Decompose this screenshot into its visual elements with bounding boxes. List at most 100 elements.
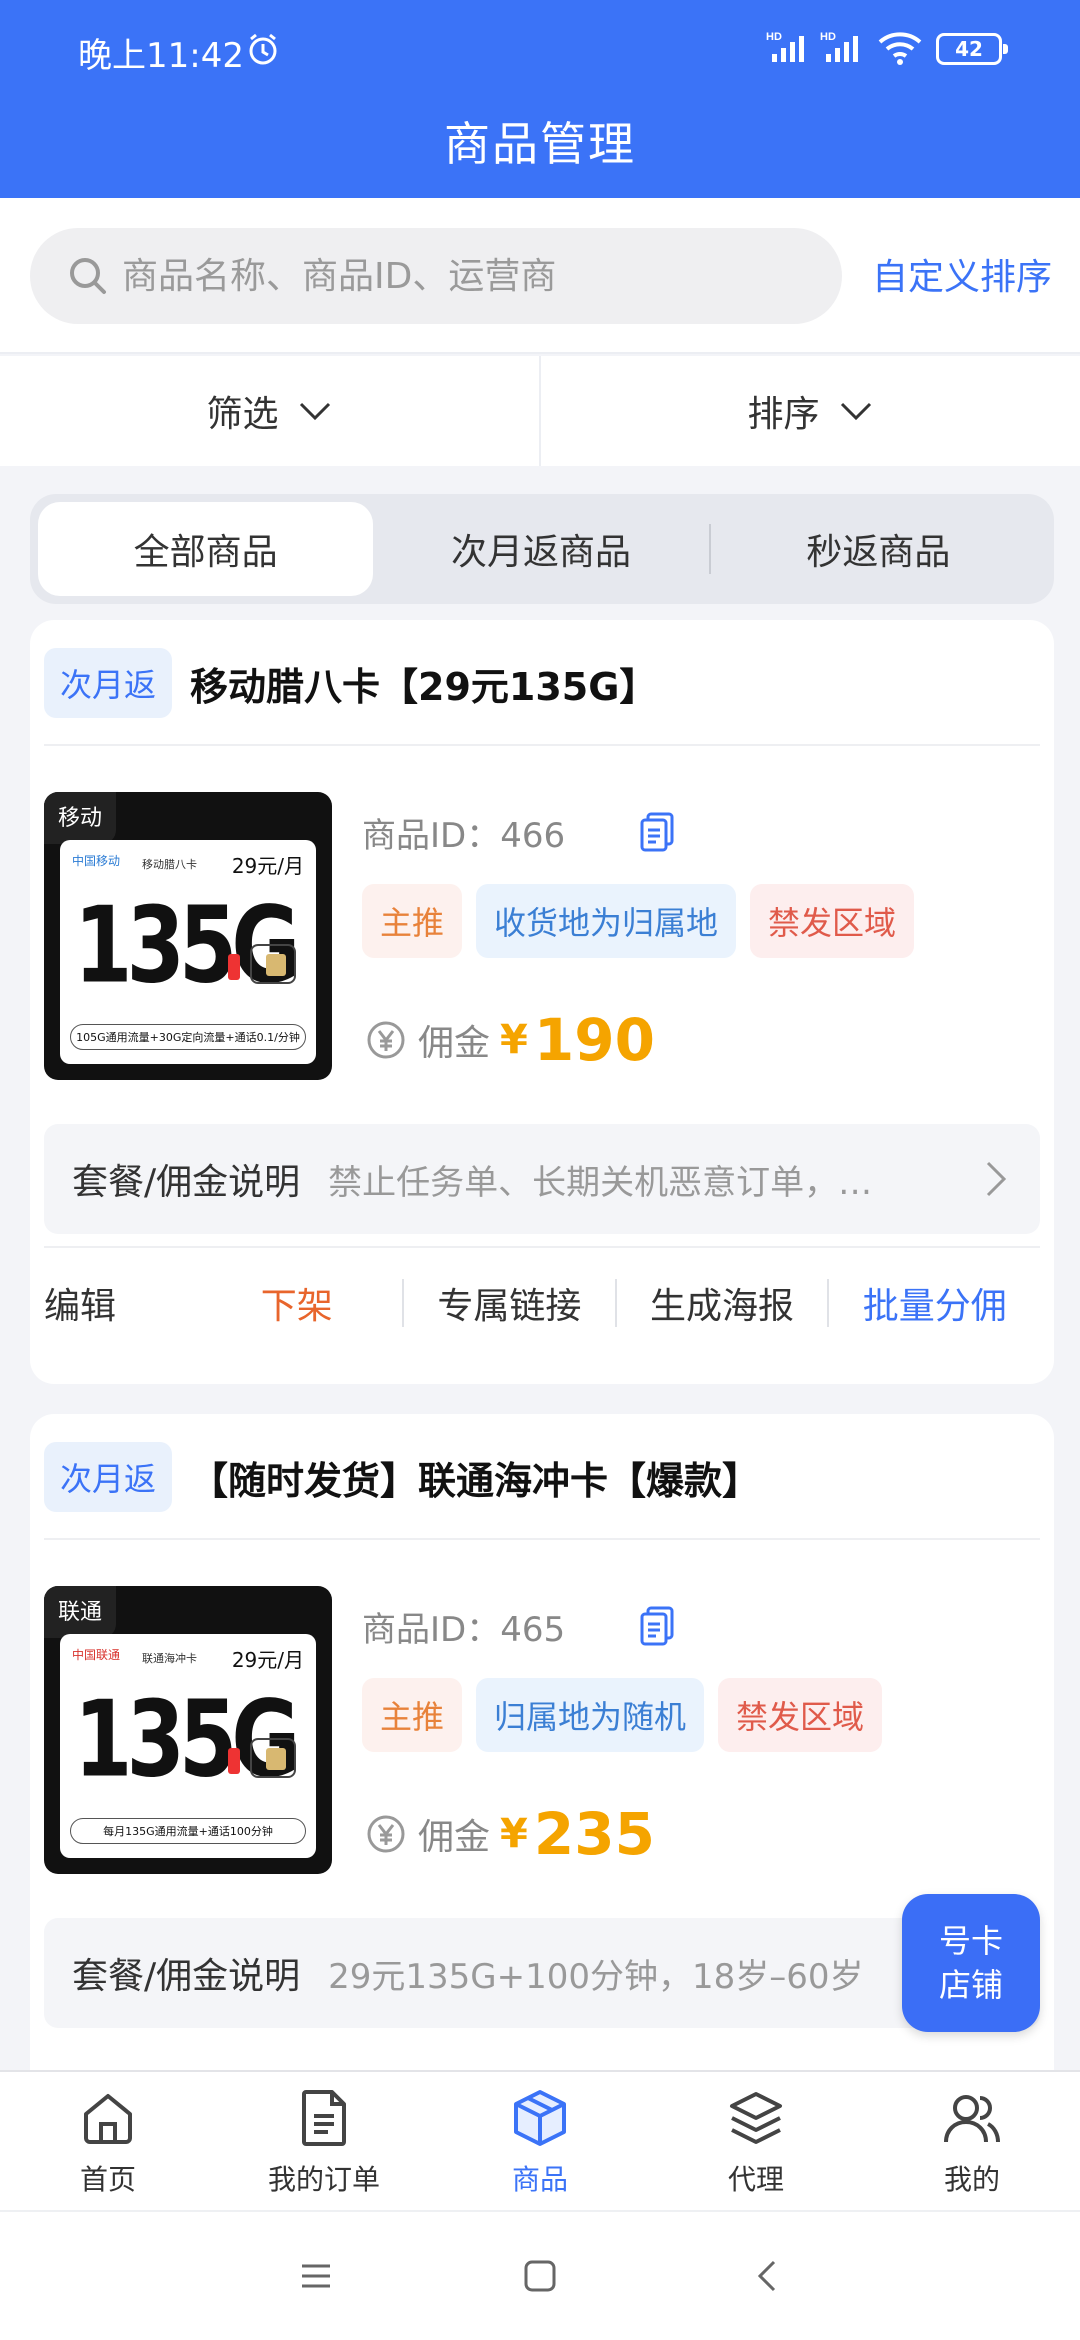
product-card: 次月返 【随时发货】联通海冲卡【爆款】 联通 中国联通 联通海冲卡 29元/月 …	[30, 1414, 1054, 2070]
edit-button[interactable]: 编辑	[44, 1277, 191, 1329]
filter-dropdown[interactable]: 筛选	[0, 356, 539, 466]
sim-chip-icon	[250, 944, 296, 984]
plan-description-row[interactable]: 套餐/佣金说明 禁止任务单、长期关机恶意订单，…	[44, 1124, 1040, 1234]
currency-symbol: ¥	[500, 1811, 528, 1857]
batch-commission-button[interactable]: 批量分佣	[829, 1277, 1040, 1329]
home-square-icon[interactable]	[516, 2252, 564, 2300]
commission-label: 佣金	[418, 1817, 491, 1858]
plan-label: 套餐/佣金说明	[72, 1956, 301, 1997]
fab-line-2: 店铺	[938, 1966, 1003, 2004]
exclusive-link-button[interactable]: 专属链接	[404, 1277, 615, 1329]
return-badge: 次月返	[44, 1442, 173, 1512]
commission-row: 佣金 ¥ 235	[366, 1800, 655, 1868]
commission-row: 佣金 ¥ 190	[366, 1006, 655, 1074]
system-nav-bar	[0, 2210, 1080, 2340]
product-id: 商品ID：465	[362, 1610, 566, 1650]
nav-label: 商品	[511, 2163, 568, 2196]
card-store-button[interactable]: 号卡 店铺	[902, 1894, 1040, 2032]
tag-list: 主推 归属地为随机 禁发区域	[362, 1678, 883, 1752]
page-title: 商品管理	[444, 117, 636, 171]
network-label-2: HD	[820, 31, 836, 43]
app-header: 晚上11:42 HD HD 42 商品管理	[0, 0, 1080, 198]
plan-text: 禁止任务单、长期关机恶意订单，…	[328, 1162, 873, 1203]
tag-restricted[interactable]: 禁发区域	[718, 1678, 883, 1752]
back-icon[interactable]	[744, 2252, 792, 2300]
tag-delivery: 归属地为随机	[476, 1678, 705, 1752]
copy-icon[interactable]	[638, 1604, 678, 1648]
search-input[interactable]	[122, 228, 822, 324]
operator-label: 联通	[44, 1586, 117, 1638]
bottom-nav: 首页 我的订单 商品 代理 我的	[0, 2070, 1080, 2210]
product-title[interactable]: 【随时发货】联通海冲卡【爆款】	[190, 1450, 760, 1505]
commission-label: 佣金	[418, 1023, 491, 1064]
layers-icon	[730, 2092, 782, 2144]
copy-icon[interactable]	[638, 810, 678, 854]
badge-mark	[228, 1748, 240, 1774]
sim-card-art: 中国联通 联通海冲卡 29元/月 135G 每月135G通用流量+通话100分钟	[60, 1634, 316, 1858]
nav-label: 首页	[79, 2163, 136, 2196]
tag-featured: 主推	[362, 1678, 463, 1752]
product-card: 次月返 移动腊八卡【29元135G】 移动 中国移动 移动腊八卡 29元/月 1…	[30, 620, 1054, 1384]
generate-poster-button[interactable]: 生成海报	[617, 1277, 828, 1329]
plan-description-row[interactable]: 套餐/佣金说明 29元135G+100分钟，18岁–60岁	[44, 1918, 1040, 2028]
sort-label: 排序	[747, 394, 820, 435]
action-bar: 编辑 下架 专属链接 生成海报 批量分佣	[44, 1246, 1040, 1358]
search-bar: 自定义排序	[0, 198, 1080, 354]
card-name: 移动腊八卡	[142, 858, 197, 871]
chevron-down-icon	[299, 402, 330, 421]
nav-products[interactable]: 商品	[432, 2072, 648, 2210]
tab-instant-return[interactable]: 秒返商品	[711, 502, 1046, 596]
yuan-icon	[367, 1021, 405, 1059]
custom-sort-link[interactable]: 自定义排序	[872, 248, 1052, 300]
divider	[44, 744, 1040, 746]
tag-restricted[interactable]: 禁发区域	[750, 884, 915, 958]
product-header: 次月返 移动腊八卡【29元135G】	[44, 646, 657, 720]
tab-next-month-return[interactable]: 次月返商品	[373, 502, 708, 596]
product-header: 次月返 【随时发货】联通海冲卡【爆款】	[44, 1440, 760, 1514]
plan-label: 套餐/佣金说明	[72, 1162, 301, 1203]
users-icon	[944, 2095, 1000, 2143]
currency-symbol: ¥	[500, 1017, 528, 1063]
return-badge: 次月返	[44, 648, 173, 718]
yuan-icon	[367, 1815, 405, 1853]
card-price: 29元/月	[231, 1648, 304, 1672]
tag-featured: 主推	[362, 884, 463, 958]
nav-label: 我的	[943, 2163, 1000, 2196]
product-image[interactable]: 移动 中国移动 移动腊八卡 29元/月 135G 105G通用流量+30G定向流…	[44, 792, 332, 1080]
operator-label: 移动	[44, 792, 117, 844]
battery-indicator: 42	[936, 33, 1008, 65]
card-name: 联通海冲卡	[142, 1652, 197, 1665]
chevron-down-icon	[840, 402, 871, 421]
commission-amount: 235	[533, 1800, 655, 1868]
nav-mine[interactable]: 我的	[864, 2072, 1080, 2210]
tag-list: 主推 收货地为归属地 禁发区域	[362, 884, 915, 958]
badge-mark	[228, 954, 240, 980]
nav-agents[interactable]: 代理	[648, 2072, 864, 2210]
delist-button[interactable]: 下架	[191, 1277, 402, 1329]
menu-icon[interactable]	[292, 2252, 340, 2300]
search-box[interactable]	[30, 228, 842, 324]
nav-home[interactable]: 首页	[0, 2072, 216, 2210]
product-title[interactable]: 移动腊八卡【29元135G】	[190, 656, 657, 711]
home-icon	[84, 2094, 132, 2144]
nav-orders[interactable]: 我的订单	[216, 2072, 432, 2210]
status-bar: 晚上11:42 HD HD 42	[0, 0, 1080, 98]
filter-bar: 筛选 排序	[0, 356, 1080, 466]
document-icon	[302, 2090, 346, 2146]
sim-chip-icon	[250, 1738, 296, 1778]
product-image[interactable]: 联通 中国联通 联通海冲卡 29元/月 135G 每月135G通用流量+通话10…	[44, 1586, 332, 1874]
filter-label: 筛选	[206, 394, 279, 435]
carrier-logo: 中国联通	[72, 1648, 121, 1662]
status-time: 晚上11:42	[78, 36, 244, 76]
search-icon	[70, 258, 106, 294]
commission-amount: 190	[533, 1006, 655, 1074]
divider	[44, 1538, 1040, 1540]
signal-icon-2: HD	[820, 31, 858, 62]
alarm-icon	[249, 33, 277, 65]
plan-footer: 每月135G通用流量+通话100分钟	[70, 1818, 306, 1844]
tab-all-products[interactable]: 全部商品	[38, 502, 374, 596]
sort-dropdown[interactable]: 排序	[541, 356, 1080, 466]
product-tabs: 全部商品 次月返商品 秒返商品	[30, 494, 1054, 604]
carrier-logo: 中国移动	[72, 854, 121, 868]
product-id: 商品ID：466	[362, 816, 566, 856]
